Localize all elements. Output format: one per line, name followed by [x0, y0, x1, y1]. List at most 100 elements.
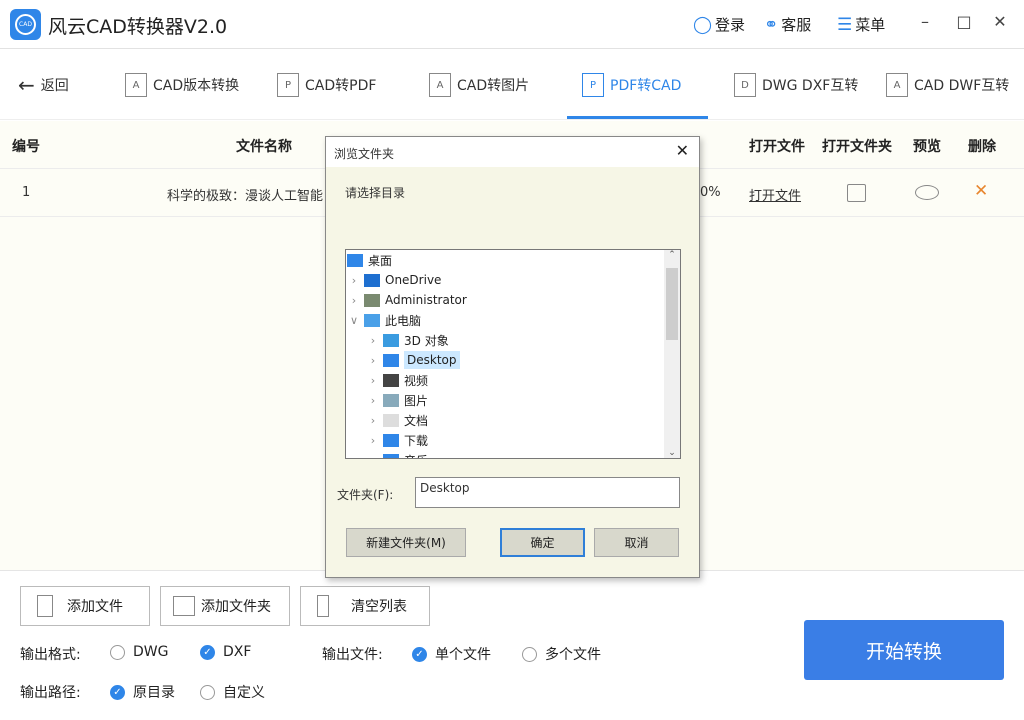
file-convert-icon: A — [886, 73, 908, 97]
tree-item-label: 图片 — [404, 393, 429, 408]
clear-list-button[interactable]: 清空列表 — [300, 586, 430, 626]
add-file-button[interactable]: 添加文件 — [20, 586, 150, 626]
title-bar: CAD 风云CAD转换器V2.0 ◯ 登录 ⚭ 客服 ☰ 菜单 – □ ✕ — [0, 0, 1024, 49]
tree-item[interactable]: ∨ 此电脑 — [346, 310, 421, 330]
tab-cad-dwf[interactable]: A CAD DWF互转 — [886, 50, 1009, 120]
app-logo: CAD — [10, 9, 41, 40]
row-progress: 0% — [700, 185, 721, 200]
dialog-close-icon[interactable]: ✕ — [676, 141, 689, 160]
radio-custom-dir[interactable]: 自定义 — [200, 682, 265, 702]
chevron-right-icon[interactable]: › — [365, 354, 381, 367]
header-preview: 预览 — [913, 139, 941, 155]
tab-dwg-dxf[interactable]: D DWG DXF互转 — [734, 50, 858, 120]
header-filename: 文件名称 — [236, 139, 292, 155]
dialog-prompt: 请选择目录 — [345, 186, 406, 200]
file-convert-icon: P — [582, 73, 604, 97]
folder-icon — [383, 353, 399, 367]
tree-scrollbar[interactable]: ⌃ ⌄ — [664, 250, 680, 458]
tree-item[interactable]: 桌面 — [346, 250, 392, 270]
chevron-right-icon[interactable]: › — [365, 334, 381, 347]
close-button[interactable]: ✕ — [990, 12, 1010, 31]
browse-folder-dialog: 浏览文件夹 ✕ 请选择目录 ⌃ ⌄ 桌面 › OneDrive › Administra… — [325, 136, 700, 578]
tree-item-label: 3D 对象 — [404, 333, 449, 348]
minimize-button[interactable]: – — [915, 12, 935, 31]
tab-cad-to-image[interactable]: A CAD转图片 — [429, 50, 529, 120]
tree-item[interactable]: › 下载 — [365, 430, 428, 450]
chevron-down-icon[interactable]: ∨ — [346, 314, 362, 327]
delete-icon[interactable]: ✕ — [974, 181, 988, 201]
tree-item-label: OneDrive — [385, 273, 442, 287]
folder-icon — [383, 413, 399, 427]
folder-tree[interactable]: ⌃ ⌄ 桌面 › OneDrive › Administrator ∨ 此电脑 › 3D 对象 ›… — [345, 249, 681, 459]
folder-icon — [383, 333, 399, 347]
scroll-thumb[interactable] — [666, 268, 678, 340]
tree-item-label: 此电脑 — [385, 313, 422, 328]
chevron-right-icon[interactable]: › — [365, 374, 381, 387]
folder-icon — [383, 453, 399, 458]
file-convert-icon: P — [277, 73, 299, 97]
radio-multiple-files[interactable]: 多个文件 — [522, 644, 601, 664]
scroll-down-icon[interactable]: ⌄ — [664, 448, 680, 458]
ok-button[interactable]: 确定 — [500, 528, 585, 557]
folder-icon — [383, 393, 399, 407]
add-folder-button[interactable]: 添加文件夹 — [160, 586, 290, 626]
list-icon: ☰ — [837, 14, 853, 35]
format-label: 输出格式: — [20, 647, 81, 663]
active-tab-indicator — [567, 116, 708, 119]
app-title: 风云CAD转换器V2.0 — [48, 16, 228, 38]
file-convert-icon: D — [734, 73, 756, 97]
tree-item[interactable]: › 文档 — [365, 410, 428, 430]
chevron-right-icon[interactable]: › — [365, 394, 381, 407]
radio-dwg[interactable]: DWG — [110, 644, 168, 660]
scroll-up-icon[interactable]: ⌃ — [664, 250, 680, 260]
file-convert-icon: A — [429, 73, 451, 97]
folder-icon — [364, 273, 380, 287]
folder-input[interactable]: Desktop — [415, 477, 680, 508]
tab-cad-version[interactable]: A CAD版本转换 — [125, 50, 239, 120]
tree-item-label: 下载 — [404, 433, 429, 448]
file-add-icon — [37, 595, 53, 617]
arrow-left-icon: ← — [18, 73, 35, 97]
radio-original-dir[interactable]: ✓ 原目录 — [110, 682, 175, 702]
row-filename: 科学的极致：漫谈人工智能 — [167, 189, 324, 204]
tree-item[interactable]: › 3D 对象 — [365, 330, 449, 350]
row-index: 1 — [22, 185, 31, 200]
chevron-right-icon[interactable]: › — [346, 274, 362, 287]
cancel-button[interactable]: 取消 — [594, 528, 679, 557]
start-convert-button[interactable]: 开始转换 — [804, 620, 1004, 680]
new-folder-button[interactable]: 新建文件夹(M) — [346, 528, 466, 557]
open-file-link[interactable]: 打开文件 — [749, 185, 801, 204]
tree-item-label: Administrator — [385, 293, 467, 307]
chevron-right-icon[interactable]: › — [346, 294, 362, 307]
tree-item[interactable]: › Desktop — [365, 350, 460, 370]
tree-item[interactable]: › 音乐 — [365, 450, 428, 459]
tree-item[interactable]: › OneDrive — [346, 270, 442, 290]
folder-icon[interactable] — [847, 184, 866, 202]
dialog-title: 浏览文件夹 — [326, 137, 699, 167]
chevron-right-icon[interactable]: › — [365, 414, 381, 427]
service-button[interactable]: ⚭ 客服 — [764, 14, 811, 35]
tree-item[interactable]: › Administrator — [346, 290, 467, 310]
tree-item[interactable]: › 图片 — [365, 390, 428, 410]
login-button[interactable]: ◯ 登录 — [693, 14, 745, 35]
output-file-label: 输出文件: — [322, 647, 383, 663]
maximize-button[interactable]: □ — [954, 12, 974, 31]
header-open-file: 打开文件 — [749, 139, 805, 155]
back-button[interactable]: ← 返回 — [18, 50, 69, 120]
tab-cad-to-pdf[interactable]: P CAD转PDF — [277, 50, 376, 120]
radio-dxf[interactable]: ✓ DXF — [200, 644, 251, 660]
chevron-right-icon[interactable]: › — [365, 434, 381, 447]
tree-item-label: Desktop — [404, 351, 460, 369]
tab-pdf-to-cad[interactable]: P PDF转CAD — [582, 50, 681, 120]
menu-button[interactable]: ☰ 菜单 — [837, 14, 885, 35]
tree-item-label: 桌面 — [368, 253, 393, 268]
tree-item[interactable]: › 视频 — [365, 370, 428, 390]
chevron-right-icon[interactable]: › — [365, 454, 381, 459]
check-icon: ✓ — [412, 646, 427, 662]
radio-single-file[interactable]: ✓ 单个文件 — [412, 644, 491, 664]
eye-icon[interactable] — [915, 185, 939, 200]
folder-icon — [383, 373, 399, 387]
folder-icon — [364, 293, 380, 307]
check-icon: ✓ — [110, 684, 125, 700]
folder-icon — [383, 433, 399, 447]
